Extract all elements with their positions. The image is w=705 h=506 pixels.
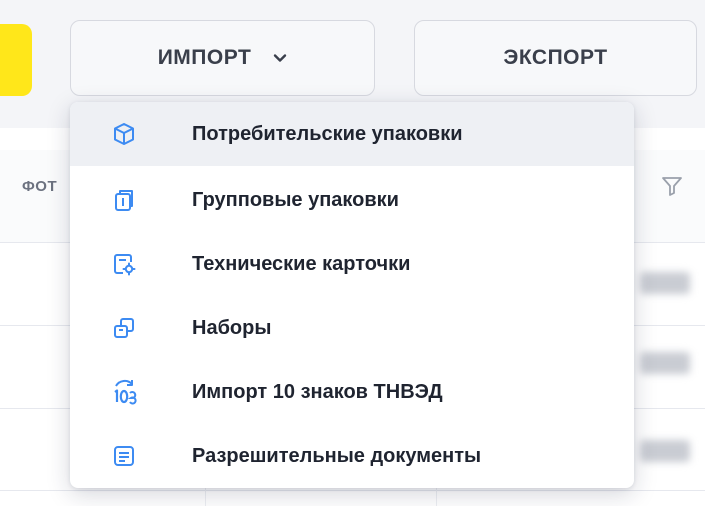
group-pack-icon — [110, 186, 138, 214]
table-header-photo: ФОТ — [22, 178, 58, 195]
menu-item-label: Импорт 10 знаков ТНВЭД — [192, 380, 443, 403]
table-row-divider — [0, 490, 705, 491]
menu-item-consumer-packaging[interactable]: Потребительские упаковки — [70, 102, 634, 166]
menu-item-sets[interactable]: Наборы — [70, 296, 634, 360]
menu-item-tnved-import[interactable]: Импорт 10 знаков ТНВЭД — [70, 360, 634, 424]
tnved-10-icon — [110, 378, 138, 406]
menu-item-permit-documents[interactable]: Разрешительные документы — [70, 424, 634, 488]
menu-item-label: Потребительские упаковки — [192, 122, 463, 145]
menu-item-tech-cards[interactable]: Технические карточки — [70, 232, 634, 296]
chevron-down-icon — [274, 54, 287, 62]
cube-icon — [110, 120, 138, 148]
document-icon — [110, 442, 138, 470]
import-dropdown-button[interactable]: ИМПОРТ — [70, 20, 375, 96]
sets-icon — [110, 314, 138, 342]
export-button-label: ЭКСПОРТ — [503, 46, 608, 69]
menu-item-label: Групповые упаковки — [192, 188, 399, 211]
filter-icon[interactable] — [660, 174, 684, 198]
table-cell-blurred — [640, 352, 690, 374]
primary-action-button[interactable] — [0, 24, 32, 96]
menu-item-group-packaging[interactable]: Групповые упаковки — [70, 168, 634, 232]
table-cell-blurred — [640, 272, 690, 294]
import-dropdown-menu: Потребительские упаковки Групповые упако… — [70, 102, 634, 488]
table-cell-blurred — [640, 440, 690, 462]
import-button-label: ИМПОРТ — [157, 46, 252, 69]
menu-item-label: Наборы — [192, 316, 272, 339]
menu-item-label: Технические карточки — [192, 252, 411, 275]
menu-item-label: Разрешительные документы — [192, 444, 482, 467]
tech-card-icon — [110, 250, 138, 278]
export-button[interactable]: ЭКСПОРТ — [414, 20, 697, 96]
